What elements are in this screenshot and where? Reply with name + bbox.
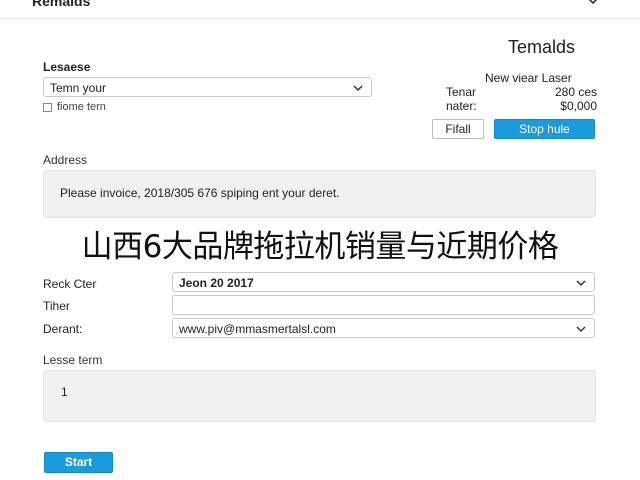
lease-select-value: Temn your [50,81,107,95]
derant-select[interactable]: www.piv@mmasmertalsl.com [172,318,595,338]
start-button[interactable]: Start [44,452,113,473]
chevron-down-icon[interactable] [586,0,600,8]
chevron-down-icon [353,85,363,92]
panel-title: Temalds [508,37,576,57]
address-box[interactable]: Please invoice, 2018/305 676 spiping ent… [43,170,596,218]
stop-button[interactable]: Stop hule [494,119,595,139]
address-label: Address [43,153,88,167]
summary-key-tenar: Tenar [446,85,477,99]
field-label-tiher: Tiher [43,299,70,313]
summary-key-nater: nater: [446,99,477,113]
reck-cter-value: Jeon 20 2017 [179,276,254,290]
lease-checkbox[interactable] [43,103,52,112]
fill-button[interactable]: Fifall [432,119,484,139]
window-header [0,0,640,19]
tiher-input[interactable] [172,295,595,315]
reck-cter-select[interactable]: Jeon 20 2017 [172,272,595,292]
window-title: Remalds [32,0,91,9]
summary-heading: New viear Laser [485,71,572,85]
overlay-banner-text: 山西6大品牌拖拉机销量与近期价格 [81,229,559,265]
lease-select[interactable]: Temn your [43,77,372,97]
chevron-down-icon [576,326,586,333]
lease-term-label: Lesse term [43,353,103,367]
derant-value: www.piv@mmasmertalsl.com [179,322,336,336]
chevron-down-icon [576,280,586,287]
lease-term-value: 1 [61,385,68,399]
address-text: Please invoice, 2018/305 676 spiping ent… [60,186,340,200]
lease-checkbox-label: fiome tern [57,101,106,113]
field-label-derant: Derant: [43,322,83,336]
lease-term-box[interactable]: 1 [43,370,596,422]
lease-label: Lesaese [43,60,91,74]
summary-value-nater: $0,000 [560,99,597,113]
summary-value-tenar: 280 ces [554,85,597,99]
field-label-reck-cter: Reck Cter [43,277,97,291]
